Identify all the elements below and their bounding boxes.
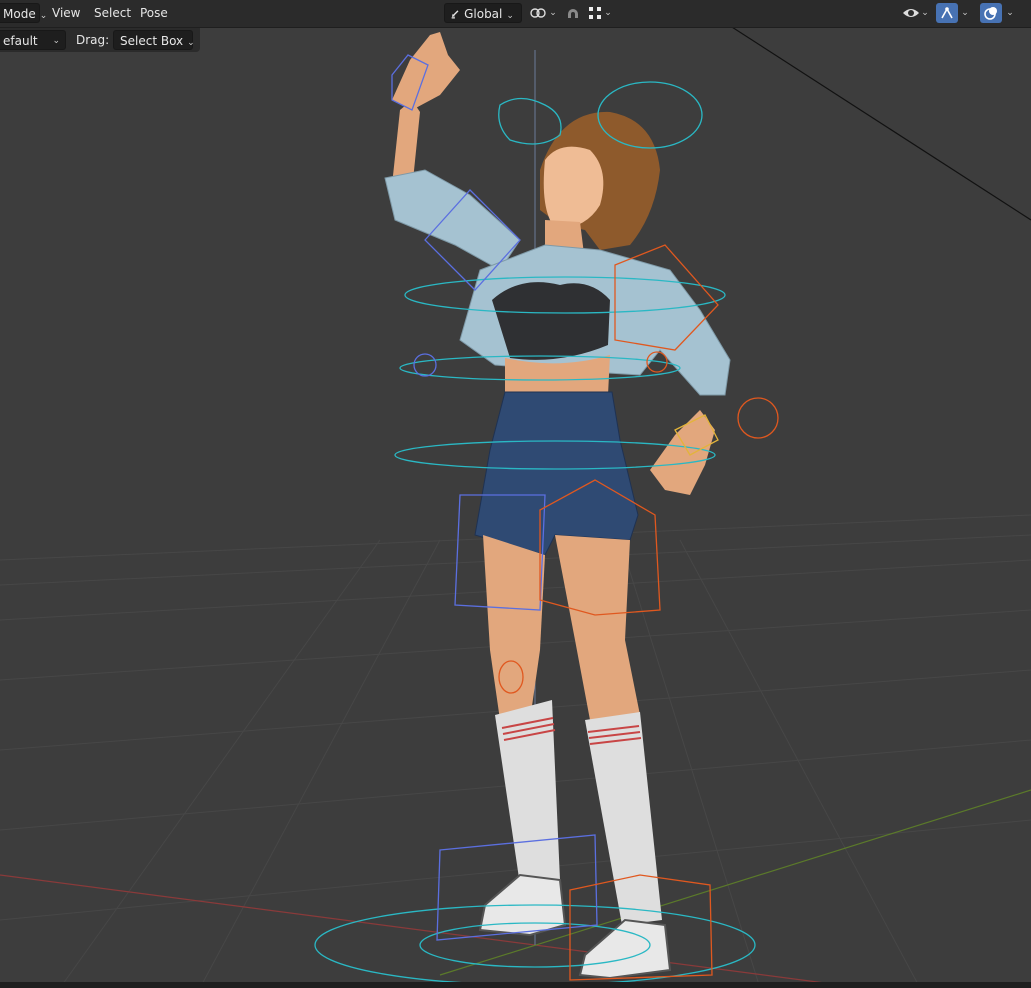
head-control	[498, 97, 562, 145]
transform-orientation-label: Global	[464, 7, 503, 21]
chevron-down-icon[interactable]: ⌄	[546, 3, 560, 23]
chevron-down-icon: ⌄	[506, 11, 514, 21]
3d-viewport[interactable]	[0, 0, 1031, 988]
orientation-dropdown[interactable]: efault ⌄	[0, 30, 66, 50]
shorts	[474, 391, 639, 556]
drag-dropdown[interactable]: Select Box ⌄	[113, 30, 195, 50]
menu-select[interactable]: Select	[88, 3, 137, 23]
menu-view[interactable]: View	[46, 3, 86, 23]
chevron-down-icon: ⌄	[187, 38, 195, 48]
chevron-down-icon[interactable]: ⌄	[958, 3, 972, 23]
viewport-header: Mode ⌄ View Select Pose ⭹ Global ⌄ ⌄ ⌄ ⌄ ⌄ …	[0, 0, 1031, 28]
snap-magnet-icon[interactable]	[562, 3, 584, 23]
right-sneaker	[578, 918, 672, 980]
menu-pose[interactable]: Pose	[134, 3, 174, 23]
orientation-value: efault	[3, 34, 38, 48]
character-model[interactable]	[384, 32, 731, 980]
tool-options-bar: efault ⌄ Drag: Select Box ⌄	[0, 28, 200, 52]
chevron-down-icon[interactable]: ⌄	[918, 3, 932, 23]
torso-knob	[413, 353, 437, 377]
chevron-down-icon[interactable]: ⌄	[601, 3, 615, 23]
drag-label: Drag:	[76, 33, 110, 47]
right-hand-sphere	[737, 397, 779, 439]
mode-dropdown[interactable]: Mode ⌄	[0, 3, 47, 23]
black-diagonal-line	[689, 0, 1031, 221]
drag-value: Select Box	[120, 34, 184, 48]
gizmo-icon[interactable]	[936, 3, 958, 23]
crop-top	[492, 282, 610, 360]
lowered-hand	[650, 410, 715, 495]
right-leg	[555, 535, 640, 720]
chevron-down-icon[interactable]: ⌄	[1003, 3, 1017, 23]
transform-orientation-dropdown[interactable]: ⭹ Global ⌄	[444, 3, 522, 23]
viewport-bottom-edge	[0, 982, 1031, 988]
mode-label: Mode	[3, 7, 36, 21]
overlay-icon[interactable]	[980, 3, 1002, 23]
chevron-down-icon: ⌄	[52, 36, 60, 46]
transform-orientation-icon: ⭹	[451, 7, 460, 22]
